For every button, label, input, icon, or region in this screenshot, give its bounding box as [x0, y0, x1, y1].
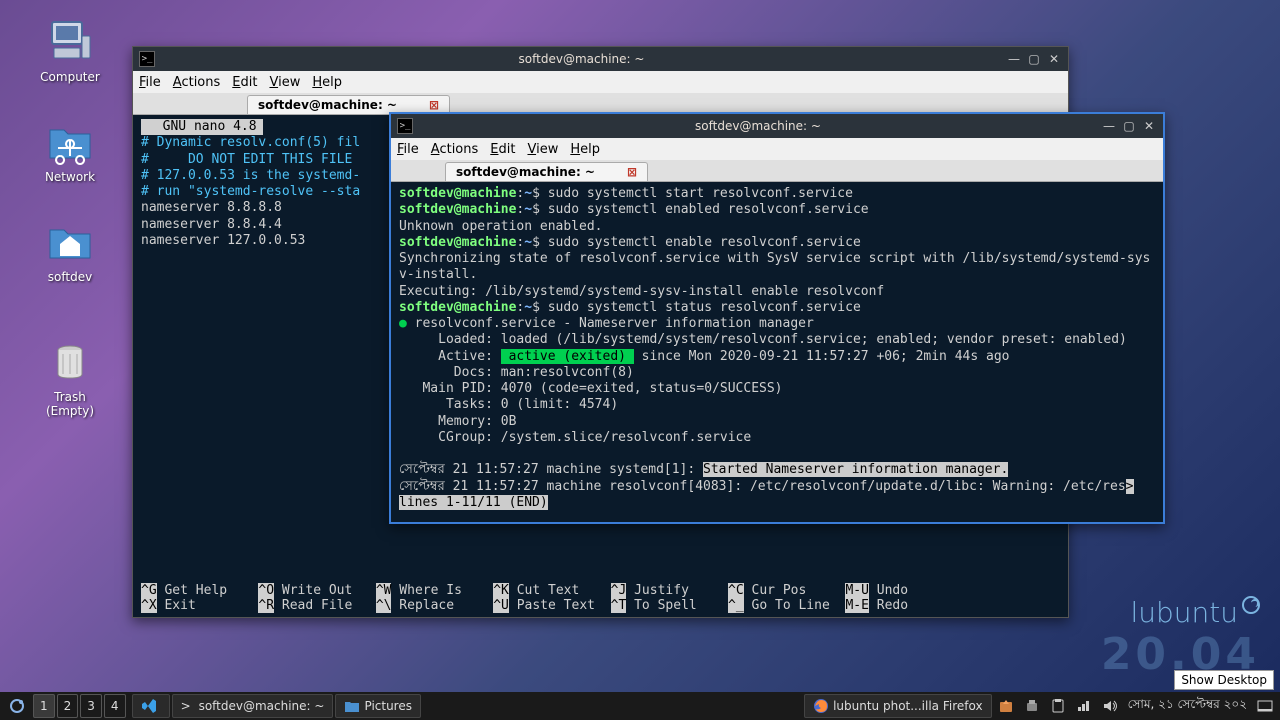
lubuntu-watermark: lubuntu 20.04	[1101, 596, 1260, 680]
tray-removable-icon[interactable]	[1020, 694, 1044, 718]
titlebar[interactable]: >_ softdev@machine: ~ — ▢ ✕	[391, 114, 1163, 138]
home-folder-icon	[46, 218, 94, 266]
terminal-window-front[interactable]: >_ softdev@machine: ~ — ▢ ✕ File Actions…	[389, 112, 1165, 524]
task-terminal[interactable]: >softdev@machine: ~	[172, 694, 334, 718]
menu-actions[interactable]: Actions	[431, 142, 479, 157]
nano-shortcut-bar: ^G Get Help ^O Write Out ^W Where Is ^K …	[133, 579, 1068, 617]
terminal-content[interactable]: softdev@machine:~$ sudo systemctl start …	[391, 182, 1163, 522]
tray-network-icon[interactable]	[1072, 694, 1096, 718]
menu-view[interactable]: View	[527, 142, 558, 157]
desktop-icon-label: Computer	[30, 70, 110, 84]
show-desktop-button[interactable]	[1253, 694, 1277, 718]
trash-icon	[46, 338, 94, 386]
desktop-icon-trash[interactable]: Trash (Empty)	[30, 338, 110, 418]
workspace-4[interactable]: 4	[104, 694, 126, 718]
tab-close-icon[interactable]: ⊠	[627, 165, 637, 179]
taskbar: 1 2 3 4 >softdev@machine: ~ Pictures lub…	[0, 692, 1280, 720]
tray-volume-icon[interactable]	[1098, 694, 1122, 718]
menu-help[interactable]: Help	[312, 75, 342, 90]
desktop-icon-label: Network	[30, 170, 110, 184]
maximize-button[interactable]: ▢	[1121, 118, 1137, 134]
menu-edit[interactable]: Edit	[232, 75, 257, 90]
tooltip-show-desktop: Show Desktop	[1174, 670, 1274, 690]
tabbar: softdev@machine: ~⊠	[391, 160, 1163, 182]
close-button[interactable]: ✕	[1141, 118, 1157, 134]
window-title: softdev@machine: ~	[161, 52, 1002, 66]
close-button[interactable]: ✕	[1046, 51, 1062, 67]
terminal-icon: >_	[139, 51, 155, 67]
workspace-2[interactable]: 2	[57, 694, 79, 718]
terminal-tab[interactable]: softdev@machine: ~⊠	[445, 162, 648, 181]
workspace-3[interactable]: 3	[80, 694, 102, 718]
terminal-icon: >_	[397, 118, 413, 134]
minimize-button[interactable]: —	[1101, 118, 1117, 134]
task-firefox[interactable]: lubuntu phot...illa Firefox	[804, 694, 992, 718]
menu-file[interactable]: File	[397, 142, 419, 157]
workspace-1[interactable]: 1	[33, 694, 55, 718]
nano-header: GNU nano 4.8	[141, 119, 263, 135]
desktop-icon-network[interactable]: Network	[30, 118, 110, 184]
maximize-button[interactable]: ▢	[1026, 51, 1042, 67]
titlebar[interactable]: >_ softdev@machine: ~ — ▢ ✕	[133, 47, 1068, 71]
menu-edit[interactable]: Edit	[490, 142, 515, 157]
menu-actions[interactable]: Actions	[173, 75, 221, 90]
desktop-icon-label: softdev	[30, 270, 110, 284]
tray-updates-icon[interactable]	[994, 694, 1018, 718]
terminal-icon: >	[181, 699, 195, 713]
taskbar-clock[interactable]: সোম, ২১ সেপ্টেম্বর ২০২	[1124, 694, 1251, 718]
tab-close-icon[interactable]: ⊠	[429, 98, 439, 112]
menu-file[interactable]: File	[139, 75, 161, 90]
menu-view[interactable]: View	[269, 75, 300, 90]
desktop-icon-label: Trash (Empty)	[30, 390, 110, 418]
tray-clipboard-icon[interactable]	[1046, 694, 1070, 718]
menubar: File Actions Edit View Help	[133, 71, 1068, 93]
minimize-button[interactable]: —	[1006, 51, 1022, 67]
app-menu-button[interactable]	[3, 694, 31, 718]
system-tray: সোম, ২১ সেপ্টেম্বর ২০২	[993, 694, 1278, 718]
task-vscode[interactable]	[132, 694, 170, 718]
task-pictures[interactable]: Pictures	[335, 694, 421, 718]
network-folder-icon	[46, 118, 94, 166]
desktop-icon-computer[interactable]: Computer	[30, 18, 110, 84]
computer-icon	[46, 18, 94, 66]
menu-help[interactable]: Help	[570, 142, 600, 157]
window-title: softdev@machine: ~	[419, 119, 1097, 133]
desktop-icon-home[interactable]: softdev	[30, 218, 110, 284]
menubar: File Actions Edit View Help	[391, 138, 1163, 160]
